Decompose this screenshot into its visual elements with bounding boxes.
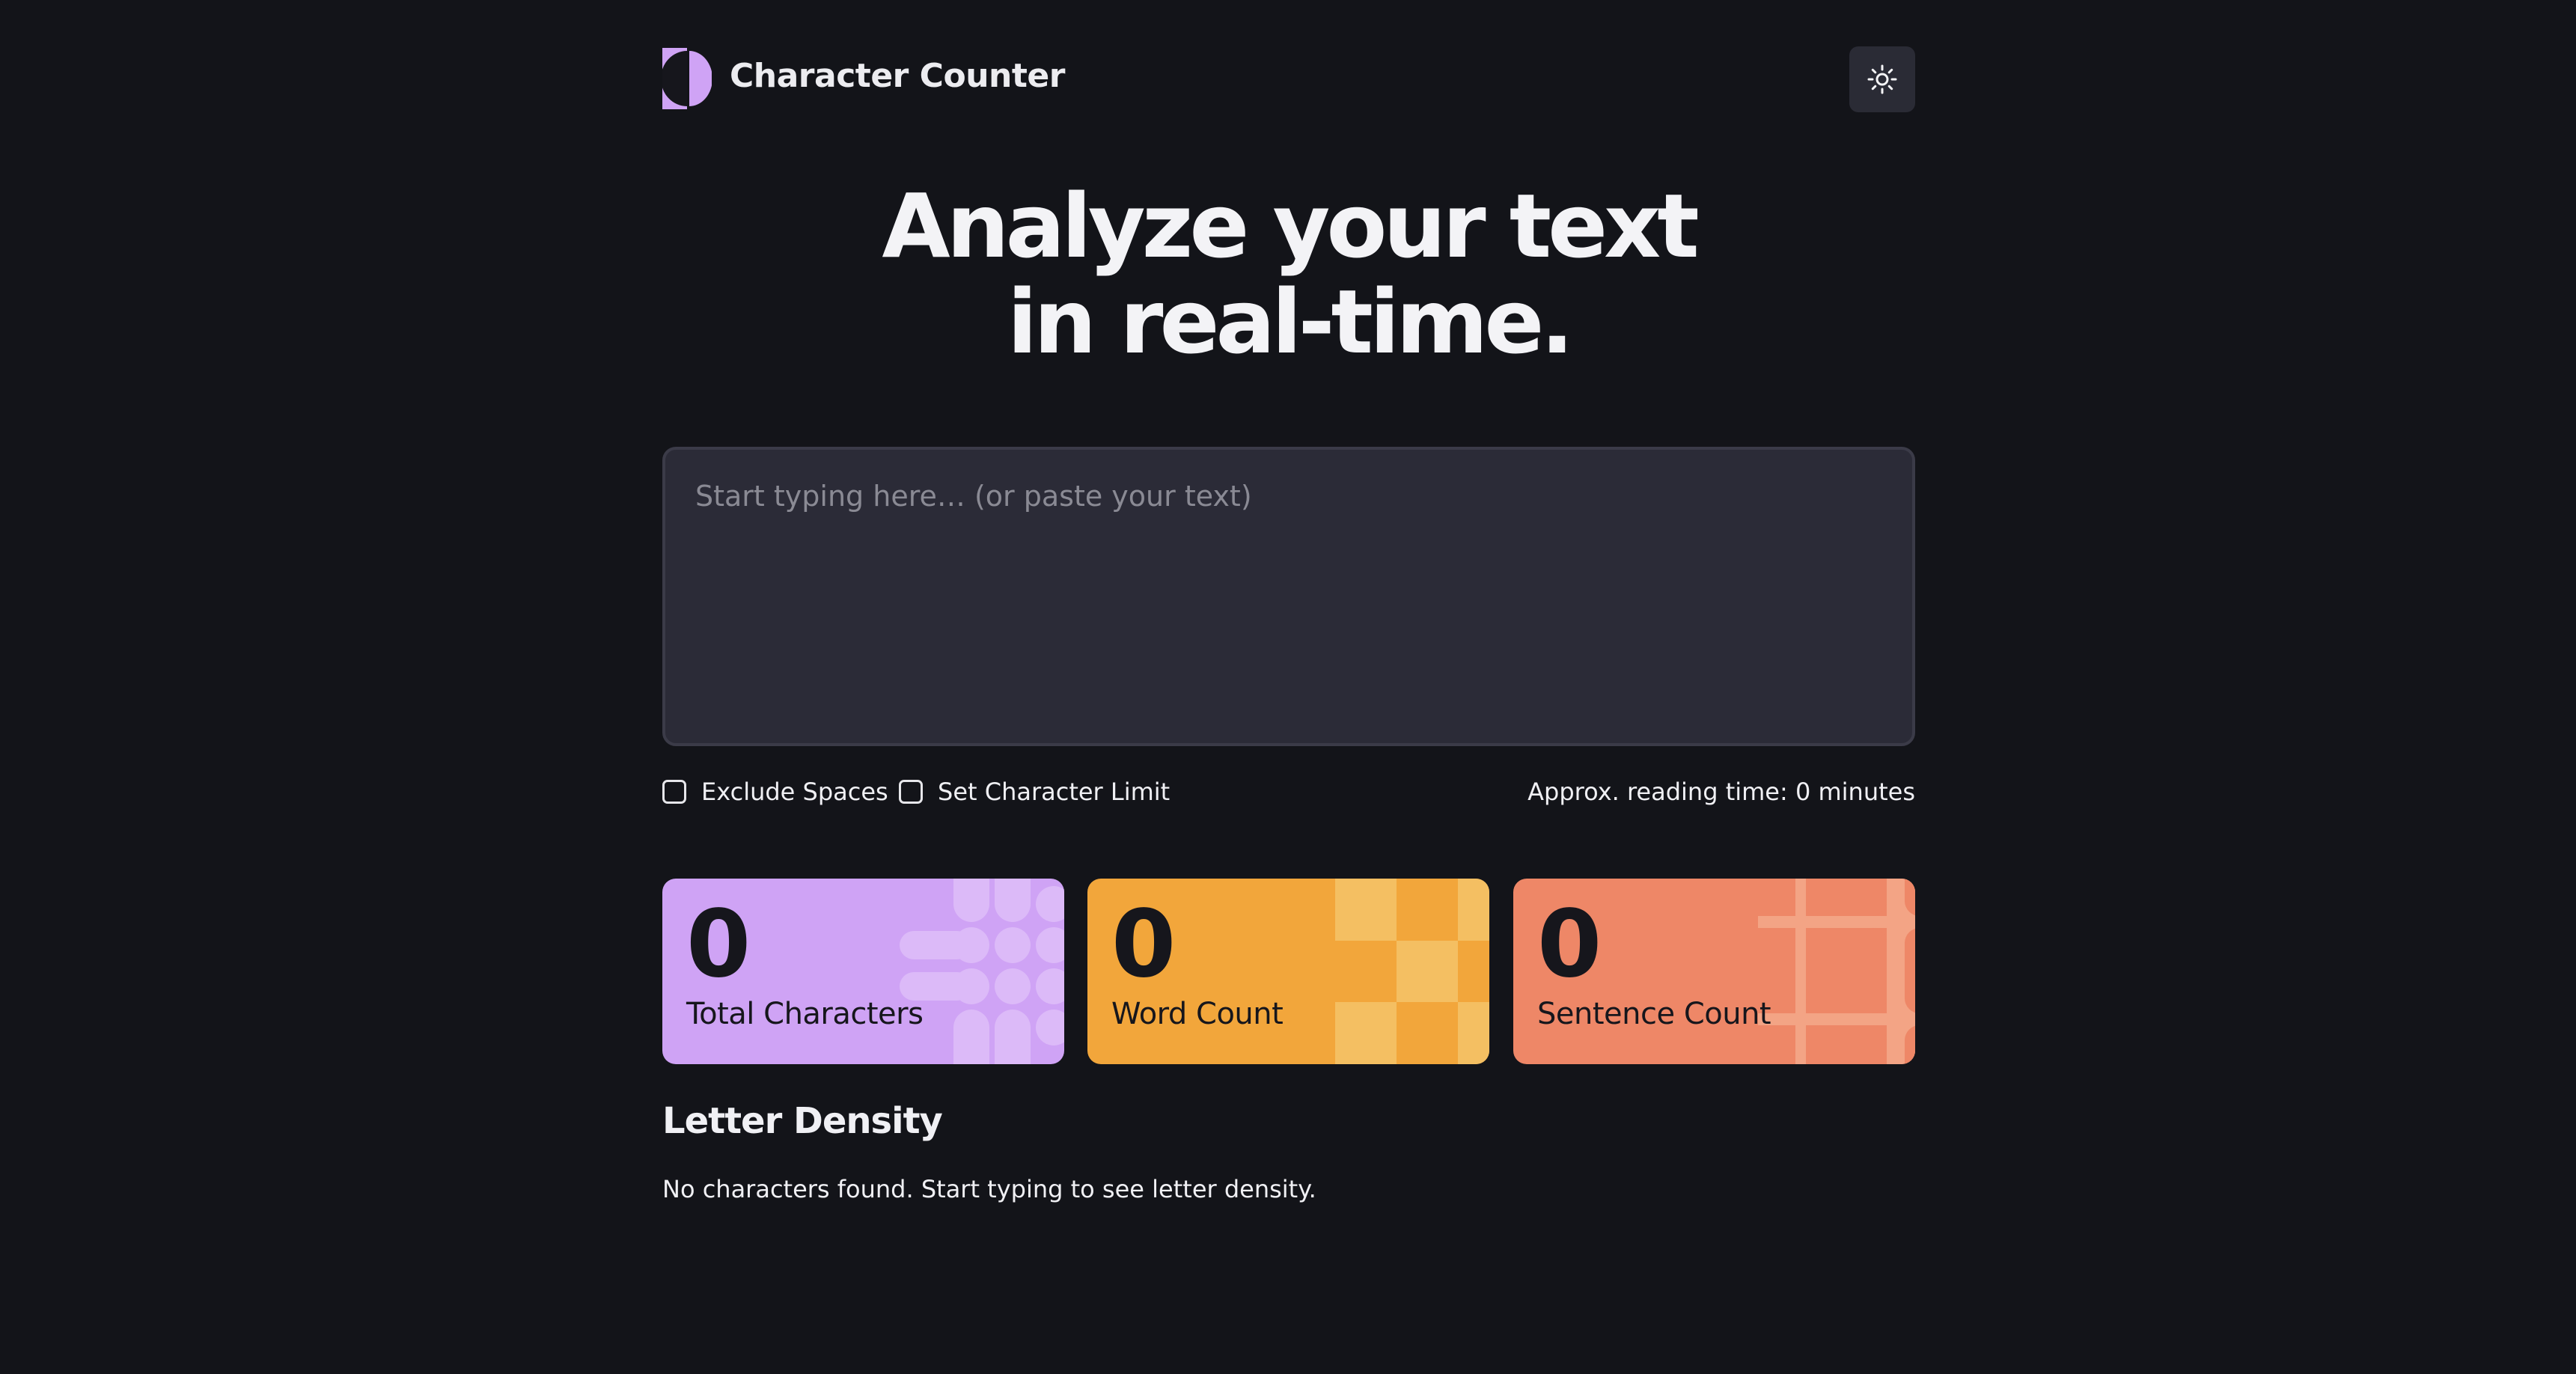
total-characters-value: 0: [686, 891, 751, 998]
checker-pattern-decoration: [1335, 879, 1489, 1064]
character-limit-checkbox[interactable]: [899, 780, 923, 804]
header: Character Counter: [662, 45, 1915, 114]
sentence-count-label: Sentence Count: [1537, 997, 1771, 1031]
reading-time: Approx. reading time: 0 minutes: [1527, 778, 1915, 806]
letter-density-title: Letter Density: [662, 1100, 943, 1142]
word-count-value: 0: [1111, 891, 1176, 998]
total-characters-card: 0 Total Characters: [662, 879, 1064, 1064]
character-limit-label: Set Character Limit: [938, 778, 1171, 806]
rounded-grid-pattern-decoration: [1758, 879, 1915, 1064]
hero-heading: Analyze your text in real-time.: [662, 178, 1915, 370]
sun-icon: [1867, 64, 1897, 94]
total-characters-label: Total Characters: [686, 997, 924, 1031]
character-limit-option[interactable]: Set Character Limit: [899, 775, 1170, 808]
word-count-label: Word Count: [1111, 997, 1284, 1031]
app-title: Character Counter: [730, 57, 1065, 95]
hero-line-1: Analyze your text: [882, 174, 1699, 278]
text-input[interactable]: [665, 450, 1912, 743]
circle-pattern-decoration: [900, 879, 1064, 1064]
text-editor: [662, 447, 1915, 746]
options-row: Exclude Spaces Set Character Limit Appro…: [662, 775, 1915, 808]
exclude-spaces-label: Exclude Spaces: [701, 778, 888, 806]
sentence-count-value: 0: [1537, 891, 1602, 998]
exclude-spaces-checkbox[interactable]: [662, 780, 686, 804]
theme-toggle-button[interactable]: [1849, 46, 1915, 112]
word-count-card: 0 Word Count: [1087, 879, 1489, 1064]
sentence-count-card: 0 Sentence Count: [1513, 879, 1915, 1064]
exclude-spaces-option[interactable]: Exclude Spaces: [662, 775, 888, 808]
hero-line-2: in real-time.: [1007, 270, 1574, 373]
logo-icon: [662, 48, 712, 109]
letter-density-empty-message: No characters found. Start typing to see…: [662, 1175, 1316, 1203]
